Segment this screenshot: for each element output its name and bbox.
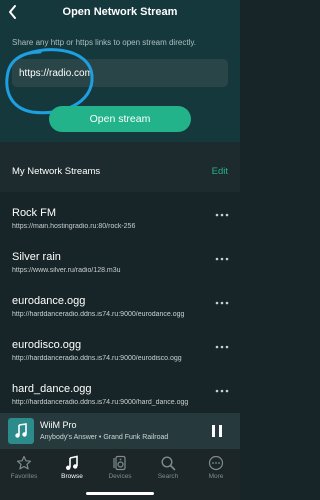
tab-label: Search	[157, 473, 179, 480]
player-title: WiiM Pro	[40, 420, 77, 430]
more-options-icon[interactable]	[214, 300, 230, 306]
stream-name: hard_dance.ogg	[12, 383, 92, 395]
more-options-icon[interactable]	[214, 388, 230, 394]
more-options-icon[interactable]	[214, 256, 230, 262]
edit-button[interactable]: Edit	[212, 166, 228, 177]
album-art	[8, 418, 34, 444]
tab-favorites[interactable]: Favorites	[0, 449, 48, 485]
now-playing-bar[interactable]: WiiM Pro Anybody's Answer • Grand Funk R…	[0, 413, 240, 449]
star-icon	[16, 455, 32, 470]
tab-more[interactable]: More	[192, 449, 240, 485]
stream-row[interactable]: eurodance.ogg http://harddanceradio.ddns…	[0, 280, 240, 324]
section-title: My Network Streams	[12, 166, 101, 177]
more-icon	[208, 455, 224, 471]
my-streams-header: My Network Streams Edit	[0, 142, 240, 192]
stream-row[interactable]: Rock FM https://main.hostingradio.ru:80/…	[0, 192, 240, 236]
more-options-icon[interactable]	[214, 344, 230, 350]
stream-row[interactable]: eurodisco.ogg http://harddanceradio.ddns…	[0, 324, 240, 368]
tab-label: Devices	[108, 473, 132, 480]
tab-search[interactable]: Search	[144, 449, 192, 485]
stream-row[interactable]: hard_dance.ogg http://harddanceradio.ddn…	[0, 368, 240, 412]
tab-devices[interactable]: Devices	[96, 449, 144, 485]
tab-browse[interactable]: Browse	[48, 449, 96, 485]
stream-list: Rock FM https://main.hostingradio.ru:80/…	[0, 192, 240, 412]
stream-name: Silver rain	[12, 251, 61, 263]
pause-icon[interactable]	[210, 423, 224, 439]
tab-label: Favorites	[10, 473, 38, 480]
stream-url: http://harddanceradio.ddns.is74.ru:9000/…	[12, 311, 185, 318]
open-stream-button[interactable]: Open stream	[49, 106, 191, 132]
stream-name: Rock FM	[12, 207, 56, 219]
tab-label: More	[208, 473, 224, 480]
stream-url: http://harddanceradio.ddns.is74.ru:9000/…	[12, 355, 182, 362]
music-note-icon	[66, 455, 78, 470]
stream-url-input[interactable]	[12, 59, 228, 87]
stream-name: eurodisco.ogg	[12, 339, 82, 351]
stream-url: https://main.hostingradio.ru:80/rock-256	[12, 223, 136, 230]
speaker-icon	[113, 455, 126, 471]
player-subtitle: Anybody's Answer • Grand Funk Railroad	[40, 434, 169, 441]
stream-hint: Share any http or https links to open st…	[12, 38, 196, 47]
more-options-icon[interactable]	[214, 212, 230, 218]
search-icon	[161, 456, 176, 471]
home-indicator	[86, 492, 154, 495]
stream-row[interactable]: Silver rain https://www.silver.ru/radio/…	[0, 236, 240, 280]
stream-url: http://harddanceradio.ddns.is74.ru:9000/…	[12, 399, 189, 406]
stream-name: eurodance.ogg	[12, 295, 86, 307]
music-note-icon	[15, 423, 27, 438]
page-title: Open Network Stream	[62, 6, 178, 18]
stream-url: https://www.silver.ru/radio/128.m3u	[12, 267, 121, 274]
header: Open Network Stream	[0, 0, 240, 28]
tab-label: Browse	[61, 473, 83, 480]
